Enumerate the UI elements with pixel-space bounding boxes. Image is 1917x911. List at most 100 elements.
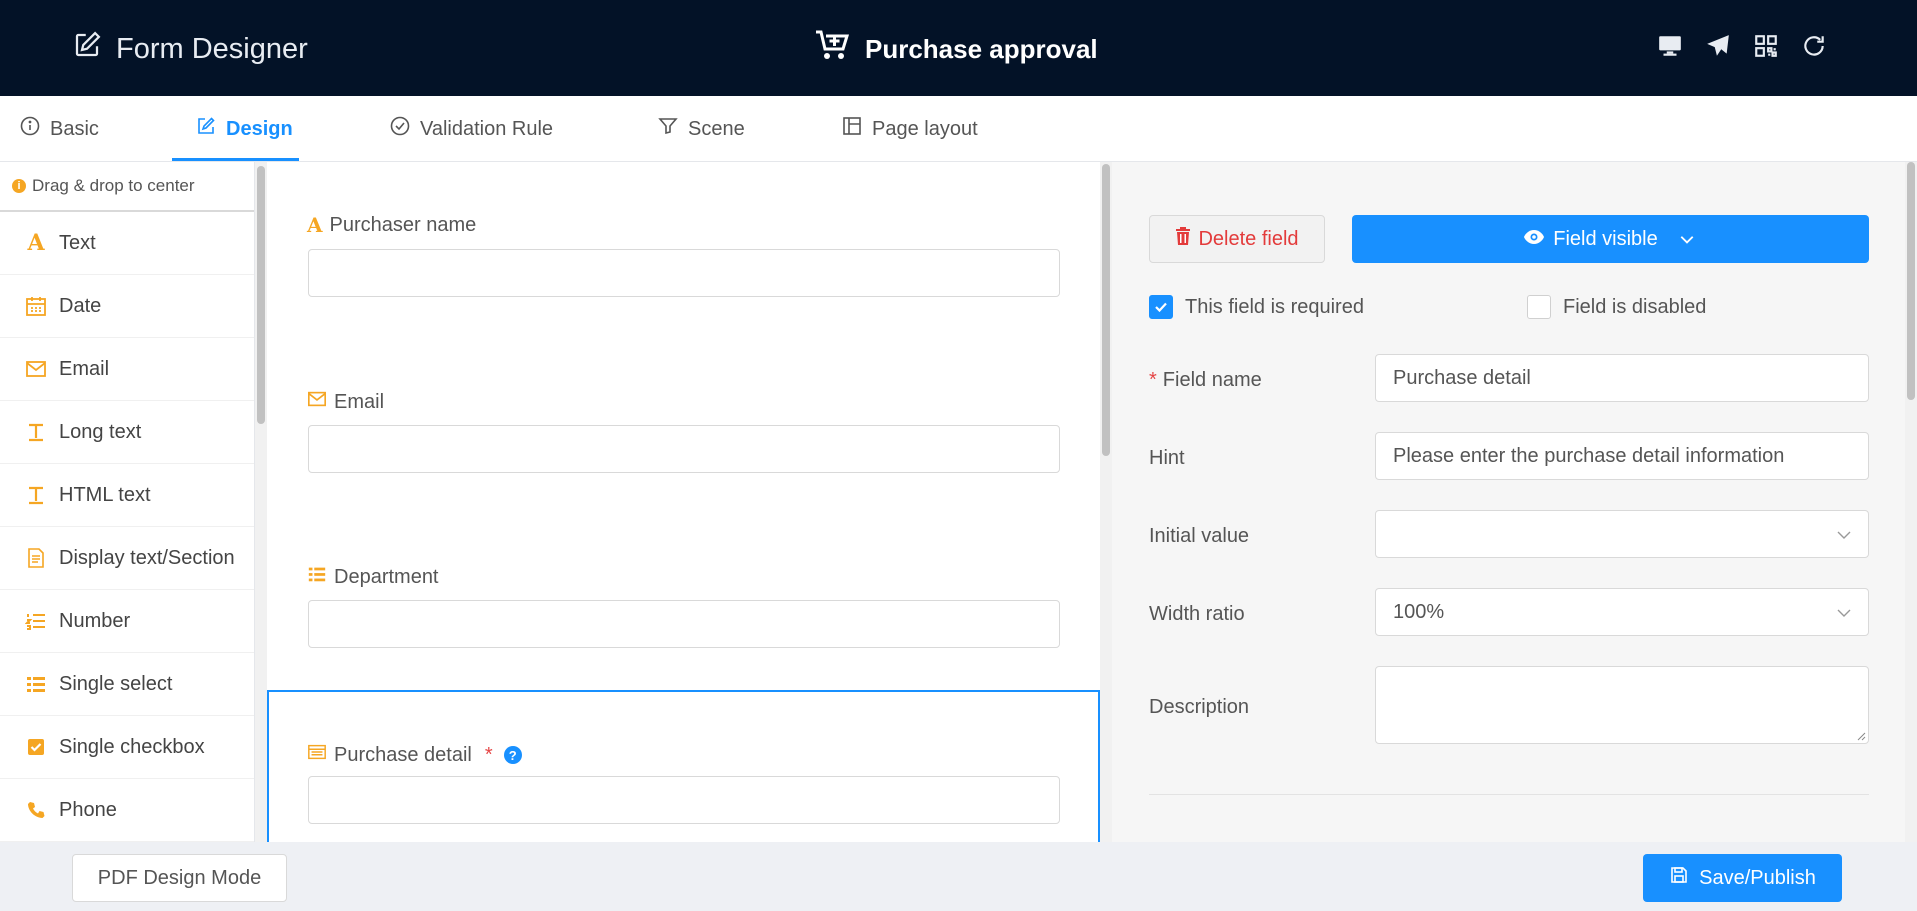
field-label: Purchase detail * ?	[307, 742, 522, 768]
palette-scrollbar[interactable]	[255, 162, 267, 842]
palette-item-email[interactable]: Email	[0, 338, 254, 401]
palette-item-date[interactable]: Date	[0, 275, 254, 338]
text-icon: A	[27, 230, 45, 256]
palette-item-single-checkbox[interactable]: Single checkbox	[0, 716, 254, 779]
send-icon[interactable]	[1705, 33, 1731, 59]
field-name-label: * Field name	[1149, 369, 1262, 391]
canvas-field-department[interactable]: Department	[267, 514, 1100, 690]
tab-page-layout[interactable]: Page layout	[842, 96, 978, 162]
disabled-checkbox[interactable]: Field is disabled	[1527, 295, 1706, 319]
footer-bar: PDF Design Mode Save/Publish	[0, 842, 1917, 911]
pdf-design-mode-button[interactable]: PDF Design Mode	[72, 854, 287, 902]
chevron-down-icon	[1676, 231, 1698, 247]
tab-label: Page layout	[872, 117, 978, 140]
tab-validation-rule[interactable]: Validation Rule	[390, 96, 553, 162]
checkbox-checked[interactable]	[1149, 295, 1173, 319]
hint-label: Hint	[1149, 447, 1185, 469]
description-textarea[interactable]	[1375, 666, 1869, 744]
calendar-icon	[25, 295, 47, 317]
form-title: Purchase approval	[815, 30, 1098, 69]
palette-item-display-text[interactable]: Display text/Section	[0, 527, 254, 590]
tab-design[interactable]: Design	[196, 96, 293, 162]
palette-item-text[interactable]: A Text	[0, 212, 254, 275]
palette-scroll-thumb[interactable]	[257, 166, 265, 424]
divider	[1149, 794, 1869, 795]
required-checkbox[interactable]: This field is required	[1149, 295, 1364, 319]
cart-icon	[815, 30, 851, 69]
field-name-input[interactable]: Purchase detail	[1375, 354, 1869, 402]
checkbox-icon	[25, 736, 47, 758]
resize-grip-icon[interactable]	[1856, 731, 1866, 741]
tab-basic[interactable]: Basic	[20, 96, 99, 162]
filter-icon	[658, 116, 678, 142]
form-canvas: A Purchaser name Email Department Purcha…	[267, 162, 1100, 842]
document-icon	[25, 547, 47, 569]
palette-item-long-text[interactable]: Long text	[0, 401, 254, 464]
tab-label: Scene	[688, 117, 745, 140]
required-mark: *	[484, 743, 493, 766]
canvas-scrollbar[interactable]	[1100, 162, 1112, 842]
desktop-icon[interactable]	[1657, 33, 1683, 59]
delete-field-button[interactable]: Delete field	[1149, 215, 1325, 263]
field-visible-dropdown[interactable]: Field visible	[1352, 215, 1869, 263]
field-properties-panel: Delete field Field visible This field is…	[1112, 162, 1905, 842]
palette-item-single-select[interactable]: Single select	[0, 653, 254, 716]
hint-input[interactable]: Please enter the purchase detail informa…	[1375, 432, 1869, 480]
long-text-icon	[25, 421, 47, 443]
email-input[interactable]	[308, 425, 1060, 473]
tab-label: Basic	[50, 117, 99, 140]
table-icon	[307, 742, 327, 768]
palette-item-html-text[interactable]: HTML text	[0, 464, 254, 527]
refresh-icon[interactable]	[1801, 33, 1827, 59]
purchase-detail-input[interactable]	[308, 776, 1060, 824]
field-label: A Purchaser name	[307, 213, 477, 237]
html-text-icon	[25, 484, 47, 506]
app-header: Form Designer Purchase approval	[0, 0, 1917, 96]
tab-label: Validation Rule	[420, 117, 554, 140]
mail-icon	[25, 358, 47, 380]
description-label: Description	[1149, 696, 1250, 718]
tab-bar: Basic Design Validation Rule Scene Page …	[0, 96, 1917, 162]
save-icon	[1669, 865, 1689, 891]
canvas-field-purchaser-name[interactable]: A Purchaser name	[267, 162, 1100, 338]
palette-item-phone[interactable]: Phone	[0, 779, 254, 842]
field-label: Department	[307, 564, 439, 590]
tab-label: Design	[226, 117, 293, 140]
field-label: Email	[307, 389, 384, 415]
edit-square-icon	[72, 30, 102, 68]
field-palette: i Drag & drop to center A Text Date Emai…	[0, 162, 255, 842]
canvas-field-purchase-detail[interactable]: Purchase detail * ?	[267, 690, 1100, 842]
list-icon	[307, 564, 327, 590]
mail-icon	[307, 389, 327, 415]
text-icon: A	[307, 213, 323, 237]
help-icon[interactable]: ?	[503, 746, 522, 764]
list-icon	[25, 673, 47, 695]
props-scrollbar[interactable]	[1905, 162, 1917, 842]
canvas-field-email[interactable]: Email	[267, 338, 1100, 514]
phone-icon	[25, 799, 47, 821]
header-actions	[1657, 33, 1827, 59]
qrcode-icon[interactable]	[1753, 33, 1779, 59]
initial-value-select[interactable]	[1375, 510, 1869, 558]
props-scroll-thumb[interactable]	[1907, 162, 1915, 400]
palette-item-number[interactable]: Number	[0, 590, 254, 653]
canvas-scroll-thumb[interactable]	[1102, 164, 1110, 456]
initial-value-label: Initial value	[1149, 525, 1250, 547]
eye-icon	[1523, 228, 1545, 251]
width-ratio-select[interactable]: 100%	[1375, 588, 1869, 636]
check-circle-icon	[390, 116, 410, 142]
tab-scene[interactable]: Scene	[658, 96, 745, 162]
checkbox-unchecked[interactable]	[1527, 295, 1551, 319]
brand: Form Designer	[72, 30, 308, 68]
form-title-text: Purchase approval	[865, 34, 1098, 64]
department-input[interactable]	[308, 600, 1060, 648]
active-tab-indicator	[172, 158, 299, 161]
layout-icon	[842, 116, 862, 142]
chevron-down-icon	[1837, 531, 1851, 539]
save-publish-button[interactable]: Save/Publish	[1643, 854, 1842, 902]
palette-hint: i Drag & drop to center	[0, 162, 254, 212]
purchaser-name-input[interactable]	[308, 249, 1060, 297]
info-icon: i	[12, 179, 26, 193]
width-ratio-label: Width ratio	[1149, 603, 1245, 625]
trash-icon	[1175, 227, 1191, 251]
